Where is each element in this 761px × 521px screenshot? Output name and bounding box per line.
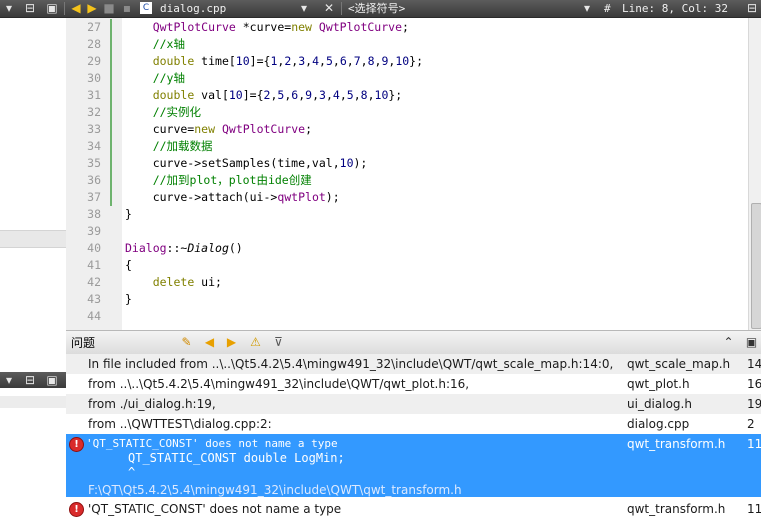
error-icon: ! <box>69 502 84 517</box>
list-item[interactable]: from ..\QWTTEST\dialog.cpp:2: dialog.cpp… <box>66 414 761 434</box>
error-caret: ^ <box>128 465 136 479</box>
line-number: 38 <box>87 207 101 221</box>
code-line[interactable]: } <box>125 206 132 223</box>
line-number: 43 <box>87 292 101 306</box>
change-marker <box>110 189 112 206</box>
line-number: 30 <box>87 71 101 85</box>
line-number: 35 <box>87 156 101 170</box>
line-number: 37 <box>87 190 101 204</box>
code-line[interactable]: } <box>125 291 132 308</box>
change-marker <box>110 138 112 155</box>
code-editor[interactable]: 27 28 29 30 31 32 33 34 35 36 37 38 39 40 41 42 43 44 Qwt… <box>66 18 748 330</box>
warning-filter-icon[interactable]: ⚠ <box>248 335 263 350</box>
left-sidebar-top <box>0 18 67 330</box>
cpp-file-icon: C <box>140 2 152 14</box>
split-icon[interactable]: ⊟ <box>22 1 38 16</box>
line-number: 33 <box>87 122 101 136</box>
code-line[interactable]: //x轴 <box>125 36 185 53</box>
code-line[interactable]: Dialog::~Dialog() <box>125 240 243 257</box>
line-number: 28 <box>87 37 101 51</box>
line-number: 36 <box>87 173 101 187</box>
issues-list: In file included from ..\..\Qt5.4.2\5.4\… <box>66 354 761 521</box>
code-line[interactable]: double time[10]={1,2,3,4,5,6,7,8,9,10}; <box>125 53 423 70</box>
close-pane-icon[interactable]: ▣ <box>44 1 60 16</box>
change-marker <box>110 19 112 36</box>
line-number: 27 <box>87 20 101 34</box>
change-marker <box>110 53 112 70</box>
next-issue-icon[interactable]: ▶ <box>224 335 239 350</box>
back-arrow-icon[interactable]: ◀ <box>70 1 82 16</box>
change-marker <box>110 104 112 121</box>
code-line[interactable]: //实例化 <box>125 104 201 121</box>
clean-icon[interactable]: ✎ <box>179 335 194 350</box>
lock-icon: ■ <box>103 1 115 15</box>
file-dropdown-icon[interactable]: ▾ <box>298 1 310 16</box>
left-sidebar-bottom <box>0 388 67 521</box>
issues-title: 问题 <box>71 336 96 350</box>
list-item[interactable]: from ..\..\Qt5.4.2\5.4\mingw491_32\inclu… <box>66 374 761 394</box>
line-number-gutter: 27 28 29 30 31 32 33 34 35 36 37 38 39 40 41 42 43 44 <box>66 18 122 330</box>
symbol-dropdown-icon[interactable]: ▾ <box>581 1 593 16</box>
code-line[interactable]: double val[10]={2,5,6,9,3,4,5,8,10}; <box>125 87 403 104</box>
sidebar-separator <box>0 396 66 408</box>
change-marker <box>110 87 112 104</box>
close-pane-icon[interactable]: ▣ <box>44 373 60 388</box>
editor-scrollbar[interactable] <box>748 18 761 330</box>
close-icon[interactable]: ✕ <box>322 1 336 16</box>
down-arrow-icon[interactable]: ▾ <box>2 373 16 388</box>
code-line[interactable]: //加到plot，plot由ide创建 <box>125 172 312 189</box>
line-number: 44 <box>87 309 101 323</box>
selected-issue[interactable]: ! 'QT_STATIC_CONST' does not name a type… <box>66 434 761 497</box>
forward-arrow-icon[interactable]: ▶ <box>86 1 98 16</box>
list-item[interactable]: from ./ui_dialog.h:19, ui_dialog.h 19 <box>66 394 761 414</box>
down-arrow-icon[interactable]: ▾ <box>2 1 16 16</box>
line-number: 40 <box>87 241 101 255</box>
change-marker <box>110 36 112 53</box>
change-marker <box>110 172 112 189</box>
split-editor-icon[interactable]: ⊟ <box>744 1 760 16</box>
code-line[interactable]: curve->attach(ui->qwtPlot); <box>125 189 340 206</box>
change-marker <box>110 155 112 172</box>
error-code: QT_STATIC_CONST double LogMin; <box>128 451 345 465</box>
issues-pane-header: 问题 ✎ ◀ ▶ ⚠ ⊽ ⌃ ▣ <box>66 330 761 355</box>
error-message: 'QT_STATIC_CONST' does not name a type <box>86 437 338 450</box>
file-name[interactable]: dialog.cpp <box>160 0 226 17</box>
split-icon[interactable]: ⊟ <box>22 373 38 388</box>
code-line[interactable]: { <box>125 257 132 274</box>
code-line[interactable]: curve=new QwtPlotCurve; <box>125 121 312 138</box>
symbol-selector[interactable]: <选择符号> <box>348 0 405 17</box>
line-number: 29 <box>87 54 101 68</box>
list-item[interactable]: In file included from ..\..\Qt5.4.2\5.4\… <box>66 354 761 374</box>
code-line[interactable]: delete ui; <box>125 274 222 291</box>
change-marker <box>110 70 112 87</box>
code-line[interactable]: //加载数据 <box>125 138 213 155</box>
hash-label: # <box>604 2 611 15</box>
line-number: 42 <box>87 275 101 289</box>
error-icon: ! <box>69 437 84 452</box>
editor-toolbar: ▾ ⊟ ▣ ◀ ▶ ■ ▪ C dialog.cpp ▾ ✕ <选择符号> ▾ … <box>0 0 761 18</box>
change-marker <box>110 121 112 138</box>
scrollbar-thumb[interactable] <box>751 203 761 329</box>
code-line[interactable]: QwtPlotCurve *curve=new QwtPlotCurve; <box>125 19 409 36</box>
close-pane-icon[interactable]: ▣ <box>744 335 759 350</box>
code-line[interactable]: //y轴 <box>125 70 185 87</box>
line-number: 39 <box>87 224 101 238</box>
cursor-position: Line: 8, Col: 32 <box>622 2 728 15</box>
line-number: 34 <box>87 139 101 153</box>
error-path: F:\QT\Qt5.4.2\5.4\mingw491_32\include\QW… <box>88 483 462 497</box>
save-icon[interactable]: ▪ <box>120 1 134 16</box>
maximize-icon[interactable]: ⌃ <box>721 335 736 350</box>
prev-issue-icon[interactable]: ◀ <box>202 335 217 350</box>
code-line[interactable]: curve->setSamples(time,val,10); <box>125 155 368 172</box>
line-number: 32 <box>87 105 101 119</box>
sidebar-separator <box>0 230 66 248</box>
line-number: 31 <box>87 88 101 102</box>
list-item[interactable]: ! 'QT_STATIC_CONST' does not name a type… <box>66 499 761 519</box>
filter-icon[interactable]: ⊽ <box>271 335 286 350</box>
left-sidebar-toolbar: ▾ ⊟ ▣ <box>0 372 66 388</box>
line-number: 41 <box>87 258 101 272</box>
